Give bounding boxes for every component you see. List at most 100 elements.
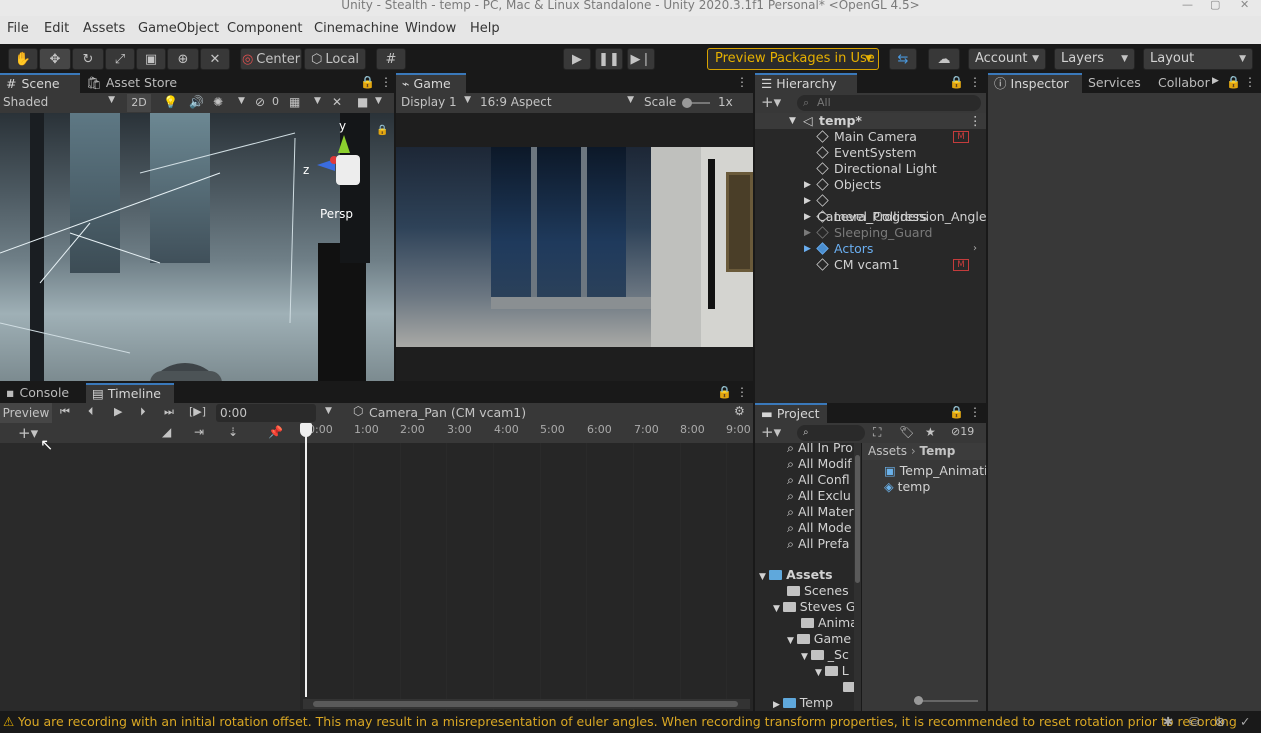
breadcrumb-item[interactable]: Assets [868,444,907,458]
layers-dropdown[interactable]: Layers ▼ [1054,48,1135,70]
hierarchy-item[interactable]: ▶ Objects [755,177,986,193]
tab-hierarchy[interactable]: ☰ Hierarchy [755,73,857,93]
tab-services[interactable]: Services [1082,73,1147,93]
tab-timeline[interactable]: ▤ Timeline [86,383,174,403]
favorite-item[interactable]: ⌕ All Confl [787,472,850,488]
aspect-dropdown[interactable]: 16:9 Aspect ▼ [480,95,634,111]
clip-edit-mode-icon[interactable]: ◢ [162,425,171,439]
hidden-objects-icon[interactable]: ⊘ [255,95,265,109]
pivot-local-button[interactable]: ⬡ Local [304,48,366,70]
goto-end-icon[interactable]: ⏭ [164,405,174,419]
chevron-down-icon[interactable]: ▼ [325,406,332,416]
favorite-item[interactable]: ⌕ All Modif [787,456,852,472]
timeline-tracks[interactable]: ↖ [0,423,753,713]
tab-scene[interactable]: # Scene [0,73,80,93]
filter-type-icon[interactable]: ⛶ [873,425,881,440]
minimize-icon[interactable]: — [1182,0,1193,10]
lock-icon[interactable]: 🔒 [717,385,732,399]
kebab-menu-icon[interactable]: ⋮ [969,113,982,129]
hidden-packages-icon[interactable]: ⊘19 [951,425,974,438]
database-icon[interactable]: ⛁ [1189,711,1199,733]
kebab-menu-icon[interactable]: ⋮ [736,75,748,89]
hierarchy-item[interactable]: Directional Light [755,161,986,177]
tab-inspector[interactable]: ⓘ Inspector [988,73,1082,93]
project-tree-item[interactable]: Scenes [787,583,849,599]
playhead-handle[interactable] [300,423,312,437]
favorite-item[interactable]: ⌕ All In Pro [787,443,853,456]
timeline-asset-label[interactable]: Camera_Pan (CM vcam1) [369,405,526,420]
network-icon[interactable]: ⊗ [1215,711,1225,733]
prev-frame-icon[interactable]: ⏴ [88,405,94,419]
pivot-center-button[interactable]: ◎ Center [240,48,302,70]
gizmo-y-axis[interactable] [338,135,350,153]
playhead[interactable] [305,425,307,697]
hierarchy-item[interactable]: CM vcam1 M [755,257,986,273]
lock-icon[interactable]: 🔒 [949,75,964,89]
cloud-icon[interactable]: ☁ [928,48,960,70]
status-bar[interactable]: ⚠ You are recording with an initial rota… [0,711,1261,733]
gizmo-lock-icon[interactable]: 🔒 [376,125,388,136]
hierarchy-item-disabled[interactable]: ▶ Sleeping_Guard [755,225,986,241]
chevron-down-icon[interactable]: ▼ [375,96,382,106]
persp-label[interactable]: Persp [320,207,353,221]
tab-collaborate[interactable]: Collabor [1152,73,1216,93]
chevron-right-icon[interactable]: ▶ [804,193,811,209]
replace-mode-icon[interactable]: ⇣ [228,425,238,439]
goto-start-icon[interactable]: ⏮ [60,405,70,419]
lighting-icon[interactable]: 💡 [163,95,178,109]
preview-button[interactable]: Preview [0,403,52,423]
hierarchy-item[interactable]: EventSystem [755,145,986,161]
add-icon[interactable]: +▾ [761,93,781,111]
label-icon[interactable]: 🏷 [899,425,914,439]
icon-size-slider[interactable] [914,700,978,702]
layout-dropdown[interactable]: Layout ▼ [1143,48,1253,70]
add-track-icon[interactable]: +▾ [18,424,38,442]
chevron-down-icon[interactable]: ▼ [789,113,796,129]
play-range-icon[interactable]: [▶] [189,405,206,418]
project-file[interactable]: ◈ temp [884,479,930,495]
menu-window[interactable]: Window [405,21,456,36]
favorite-item[interactable]: ⌕ All Mode [787,520,852,536]
chevron-right-icon[interactable]: ▶ [1212,76,1219,86]
menu-component[interactable]: Component [227,21,302,36]
project-tree-item[interactable]: Anima [801,615,858,631]
rotate-tool-icon[interactable]: ↻ [72,48,104,70]
project-tree-scrollbar[interactable] [854,443,861,711]
project-tree-item[interactable]: ▼ L [815,663,849,679]
chevron-down-icon[interactable]: ▼ [238,96,245,106]
hand-tool-icon[interactable]: ✋ [8,48,38,70]
hierarchy-item[interactable]: ▶ Level_Colliders [755,209,986,225]
chevron-down-icon[interactable]: ▼ [314,96,321,106]
preview-packages-button[interactable]: Preview Packages in Use ▼ [707,48,879,70]
tab-game[interactable]: ⌁ Game [396,73,466,93]
snap-icon[interactable]: 📌 [268,425,283,439]
kebab-menu-icon[interactable]: ⋮ [969,75,981,89]
tab-console[interactable]: ▪ Console [0,383,75,403]
menu-edit[interactable]: Edit [44,21,69,36]
play-icon[interactable]: ▶ [114,405,122,418]
grid-snap-icon[interactable]: # [376,48,406,70]
hierarchy-item[interactable]: ▶ Camera_Progression_Angle [755,193,987,224]
menu-assets[interactable]: Assets [83,21,125,36]
lock-icon[interactable]: 🔒 [949,405,964,419]
gizmo-cube[interactable] [336,155,360,185]
favorite-item[interactable]: ⌕ All Mater [787,504,854,520]
scene-viewport[interactable]: y z 🔒 Persp [0,113,394,381]
shading-dropdown[interactable]: Shaded ▼ [3,95,118,111]
timeline-ruler[interactable]: 0:00 1:00 2:00 3:00 4:00 5:00 6:00 7:00 … [300,423,753,443]
check-icon[interactable]: ✓ [1240,711,1250,733]
gear-icon[interactable]: ⚙ [734,404,745,418]
chevron-right-icon[interactable]: ▶ [804,225,811,241]
menu-file[interactable]: File [7,21,29,36]
bug-icon[interactable]: ✱ [1163,711,1173,733]
hierarchy-item[interactable]: Main Camera M [755,129,986,145]
display-dropdown[interactable]: Display 1 ▼ [401,95,471,111]
timeline-scrollbar[interactable] [303,699,750,709]
chevron-right-icon[interactable]: › [973,241,977,257]
move-tool-icon[interactable]: ✥ [39,48,71,70]
project-search-input[interactable]: ⌕ [797,425,865,441]
close-icon[interactable]: ✕ [1240,0,1249,10]
kebab-menu-icon[interactable]: ⋮ [1244,75,1256,89]
icon-size-slider-thumb[interactable] [914,696,923,705]
scene-row[interactable]: ▼ ◁ temp* ⋮ [755,113,986,129]
